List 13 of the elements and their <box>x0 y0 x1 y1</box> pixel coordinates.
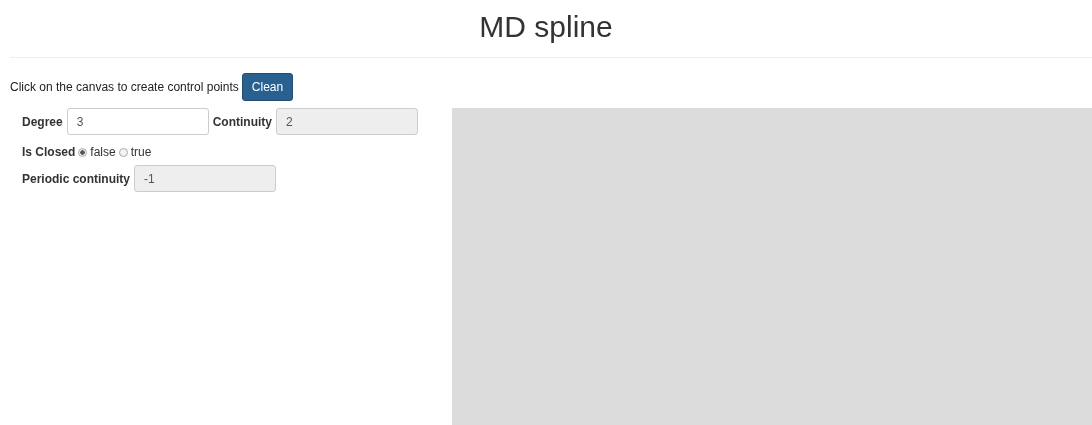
drawing-canvas[interactable] <box>452 108 1092 425</box>
instruction-text: Click on the canvas to create control points <box>10 80 239 94</box>
radio-label[interactable]: true <box>130 145 152 159</box>
field-label: Continuity <box>212 114 272 129</box>
radio-button[interactable] <box>118 147 128 157</box>
page-title: MD spline <box>478 10 614 44</box>
radio-button[interactable] <box>78 147 88 157</box>
radio-label[interactable]: false <box>90 145 116 159</box>
number-field[interactable]: 3 <box>66 108 209 135</box>
field-label: Periodic continuity <box>22 171 130 186</box>
field-label: Is Closed <box>22 145 76 159</box>
field-label: Degree <box>22 114 63 129</box>
clean-button[interactable]: Clean <box>241 73 294 101</box>
